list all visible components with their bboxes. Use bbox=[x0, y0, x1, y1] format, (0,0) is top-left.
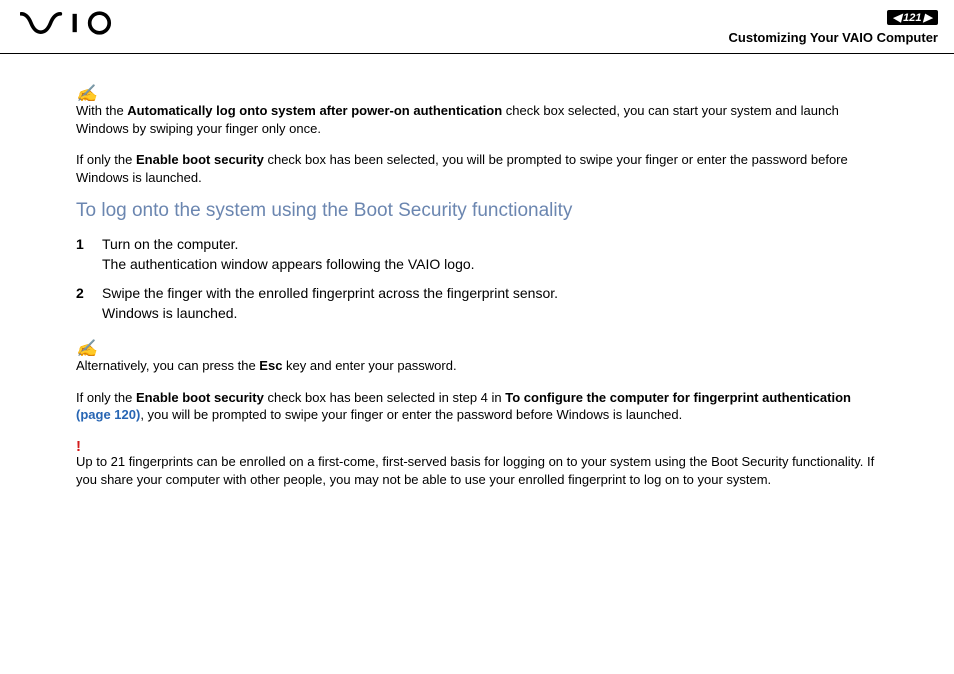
page-content: ✍ With the Automatically log onto system… bbox=[0, 54, 954, 522]
note-4: If only the Enable boot security check b… bbox=[76, 389, 878, 424]
text-bold: To configure the computer for fingerprin… bbox=[505, 390, 851, 405]
arrow-left-icon[interactable]: ◀ bbox=[891, 11, 903, 24]
text: If only the bbox=[76, 152, 136, 167]
note-icon: ✍ bbox=[76, 339, 878, 359]
section-heading: To log onto the system using the Boot Se… bbox=[76, 200, 878, 222]
text: Alternatively, you can press the bbox=[76, 358, 259, 373]
page-header: ◀ 121 ▶ Customizing Your VAIO Computer bbox=[0, 0, 954, 54]
text-bold: Enable boot security bbox=[136, 152, 264, 167]
note-icon: ✍ bbox=[76, 84, 878, 104]
steps-list: 1 Turn on the computer. The authenticati… bbox=[102, 234, 878, 323]
step-number: 2 bbox=[76, 283, 102, 324]
step-2: 2 Swipe the finger with the enrolled fin… bbox=[102, 283, 878, 324]
step-body: Swipe the finger with the enrolled finge… bbox=[102, 283, 558, 324]
text: key and enter your password. bbox=[282, 358, 456, 373]
note-3: Alternatively, you can press the Esc key… bbox=[76, 357, 878, 375]
page-number-pill: ◀ 121 ▶ bbox=[887, 10, 938, 25]
text: With the bbox=[76, 103, 127, 118]
step-1: 1 Turn on the computer. The authenticati… bbox=[102, 234, 878, 275]
vaio-logo bbox=[20, 8, 130, 38]
step-body: Turn on the computer. The authentication… bbox=[102, 234, 475, 275]
note-1: With the Automatically log onto system a… bbox=[76, 102, 878, 137]
page-number: 121 bbox=[903, 12, 921, 24]
text-bold: Enable boot security bbox=[136, 390, 264, 405]
warning-text: Up to 21 fingerprints can be enrolled on… bbox=[76, 453, 878, 488]
text: Swipe the finger with the enrolled finge… bbox=[102, 285, 558, 301]
text: check box has been selected in step 4 in bbox=[264, 390, 505, 405]
text: The authentication window appears follow… bbox=[102, 256, 475, 272]
text-bold: Automatically log onto system after powe… bbox=[127, 103, 502, 118]
text: If only the bbox=[76, 390, 136, 405]
text: Windows is launched. bbox=[102, 305, 237, 321]
step-number: 1 bbox=[76, 234, 102, 275]
page-link[interactable]: (page 120) bbox=[76, 407, 140, 422]
text: , you will be prompted to swipe your fin… bbox=[140, 407, 682, 422]
note-2: If only the Enable boot security check b… bbox=[76, 151, 878, 186]
page-nav: ◀ 121 ▶ Customizing Your VAIO Computer bbox=[729, 8, 938, 45]
arrow-right-icon[interactable]: ▶ bbox=[922, 11, 934, 24]
text-bold: Esc bbox=[259, 358, 282, 373]
section-title: Customizing Your VAIO Computer bbox=[729, 30, 938, 45]
text: Turn on the computer. bbox=[102, 236, 238, 252]
